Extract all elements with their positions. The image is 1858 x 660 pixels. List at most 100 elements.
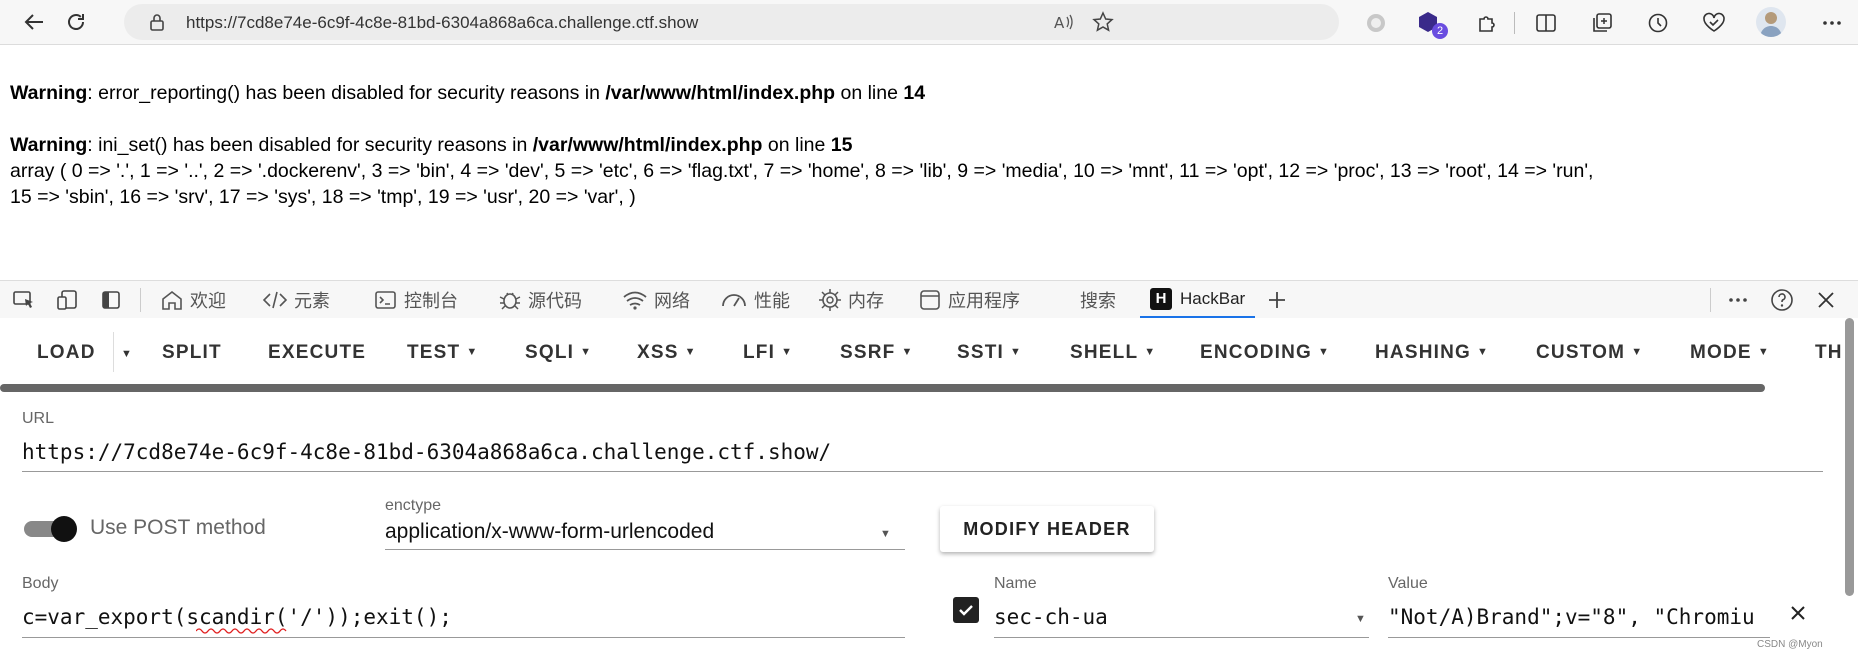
- hashing-menu[interactable]: HASHING ▼: [1375, 342, 1489, 364]
- enctype-underline: [385, 549, 905, 550]
- caret-down-icon: ▼: [466, 346, 479, 358]
- lock-icon: [148, 13, 166, 31]
- close-devtools-icon[interactable]: [1816, 281, 1842, 319]
- load-divider: [113, 332, 114, 372]
- menu-label: SSTI: [957, 342, 1005, 363]
- refresh-icon: [68, 14, 84, 30]
- device-emulation-icon[interactable]: [56, 281, 86, 319]
- execute-button[interactable]: EXECUTE: [268, 342, 366, 364]
- warning-line-2: Warning: ini_set() has been disabled for…: [10, 132, 1850, 158]
- memory-chip-icon: [819, 289, 841, 311]
- post-method-toggle[interactable]: [24, 516, 77, 542]
- mode-menu[interactable]: MODE ▼: [1690, 342, 1770, 364]
- code-brackets-icon: [262, 291, 288, 309]
- more-menu-icon[interactable]: [1818, 9, 1846, 37]
- tab-label: 应用程序: [948, 291, 1020, 312]
- enctype-label: enctype: [385, 497, 442, 514]
- bug-icon: [499, 292, 521, 310]
- profile-avatar[interactable]: [1756, 7, 1786, 37]
- test-menu[interactable]: TEST ▼: [407, 342, 478, 364]
- vertical-scrollbar[interactable]: [1845, 318, 1854, 596]
- tab-search[interactable]: 搜索: [1080, 281, 1116, 319]
- post-method-label: Use POST method: [90, 516, 266, 539]
- custom-menu[interactable]: CUSTOM ▼: [1536, 342, 1643, 364]
- encoding-menu[interactable]: ENCODING ▼: [1200, 342, 1330, 364]
- tab-network[interactable]: 网络: [622, 281, 690, 319]
- favorite-star-icon[interactable]: [1092, 11, 1114, 33]
- url-input[interactable]: https://7cd8e74e-6c9f-4c8e-81bd-6304a868…: [22, 440, 831, 464]
- theme-menu[interactable]: TH: [1815, 342, 1843, 364]
- lfi-menu[interactable]: LFI ▼: [743, 342, 793, 364]
- load-button[interactable]: LOAD: [37, 342, 96, 364]
- warning-on-line: on line: [835, 82, 904, 104]
- body-label: Body: [22, 575, 59, 592]
- tab-label: 源代码: [528, 291, 582, 312]
- tab-welcome[interactable]: 欢迎: [160, 281, 226, 319]
- tab-label: 性能: [754, 291, 790, 312]
- inspect-element-icon[interactable]: [12, 281, 42, 319]
- tab-performance[interactable]: 性能: [720, 281, 790, 319]
- collections-icon[interactable]: [1588, 9, 1616, 37]
- tab-hackbar[interactable]: H HackBar: [1140, 281, 1256, 319]
- menu-label: CUSTOM: [1536, 342, 1626, 363]
- tab-application[interactable]: 应用程序: [918, 281, 1020, 319]
- menu-label: MODE: [1690, 342, 1752, 363]
- history-icon[interactable]: [1644, 9, 1672, 37]
- back-button[interactable]: [18, 6, 50, 38]
- caret-down-icon: ▼: [781, 346, 794, 358]
- tab-memory[interactable]: 内存: [818, 281, 884, 319]
- enctype-caret-icon[interactable]: ▼: [880, 528, 891, 540]
- header-value-input[interactable]: "Not/A)Brand";v="8", "Chromiu: [1388, 605, 1755, 629]
- menu-label: ENCODING: [1200, 342, 1312, 363]
- menu-label: HASHING: [1375, 342, 1472, 363]
- home-icon: [162, 290, 182, 310]
- sqli-menu[interactable]: SQLI ▼: [525, 342, 592, 364]
- caret-down-icon: ▼: [1318, 346, 1331, 358]
- body-input[interactable]: c=var_export(scandir('/'));exit();: [22, 605, 452, 629]
- tab-console[interactable]: 控制台: [374, 281, 458, 319]
- refresh-button[interactable]: [60, 6, 92, 38]
- caret-down-icon: ▼: [901, 346, 914, 358]
- header-name-caret-icon[interactable]: ▼: [1355, 613, 1366, 625]
- remove-header-icon[interactable]: [1785, 600, 1811, 626]
- split-screen-icon[interactable]: [1532, 9, 1560, 37]
- tab-elements[interactable]: 元素: [262, 281, 330, 319]
- read-aloud-icon[interactable]: A: [1052, 11, 1074, 33]
- warning-path: /var/www/html/index.php: [532, 134, 763, 156]
- address-bar[interactable]: https://7cd8e74e-6c9f-4c8e-81bd-6304a868…: [124, 4, 1339, 40]
- horizontal-scrollbar[interactable]: [0, 384, 1765, 392]
- body-underline: [22, 637, 905, 638]
- header-enabled-checkbox[interactable]: [953, 597, 979, 623]
- add-tab-icon[interactable]: [1266, 281, 1294, 319]
- tab-label: 欢迎: [190, 291, 226, 312]
- circle-extension-icon[interactable]: [1362, 9, 1390, 37]
- extension-badge-icon[interactable]: 2: [1416, 9, 1448, 39]
- warning-label: Warning: [10, 134, 88, 156]
- devtools-divider: [140, 288, 141, 312]
- ssti-menu[interactable]: SSTI ▼: [957, 342, 1022, 364]
- enctype-select[interactable]: application/x-www-form-urlencoded: [385, 520, 714, 544]
- header-value-clip: "Not/A)Brand";v="8", "Chromiu: [1388, 605, 1770, 629]
- browser-essentials-icon[interactable]: [1700, 9, 1728, 37]
- devtools-more-icon[interactable]: [1726, 281, 1756, 319]
- shell-menu[interactable]: SHELL ▼: [1070, 342, 1156, 364]
- modify-header-button[interactable]: MODIFY HEADER: [940, 506, 1154, 552]
- watermark: CSDN @Myon⁠⁠: [1757, 639, 1823, 650]
- ssrf-menu[interactable]: SSRF ▼: [840, 342, 914, 364]
- wifi-icon: [623, 291, 647, 310]
- dock-side-icon[interactable]: [100, 281, 128, 319]
- xss-menu[interactable]: XSS ▼: [637, 342, 697, 364]
- menu-label: XSS: [637, 342, 679, 363]
- split-button[interactable]: SPLIT: [162, 342, 222, 364]
- load-dropdown-caret-icon[interactable]: ▼: [121, 348, 133, 360]
- caret-down-icon: ▼: [1477, 346, 1490, 358]
- extensions-puzzle-icon[interactable]: [1473, 9, 1501, 37]
- console-icon: [375, 291, 396, 309]
- tab-sources[interactable]: 源代码: [498, 281, 582, 319]
- help-icon[interactable]: [1770, 281, 1800, 319]
- devtools-divider: [1710, 288, 1711, 312]
- header-name-input[interactable]: sec-ch-ua: [994, 605, 1108, 629]
- menu-label: SQLI: [525, 342, 575, 363]
- menu-label: SHELL: [1070, 342, 1139, 363]
- svg-text:A: A: [1054, 14, 1065, 32]
